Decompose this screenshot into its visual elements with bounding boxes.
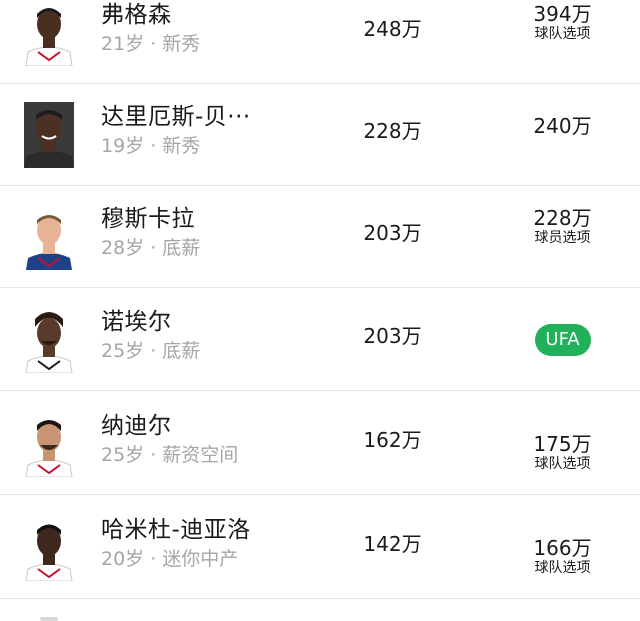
next-salary: 394万 [533, 2, 592, 26]
player-row[interactable]: 弗格森 21岁 · 新秀 248万 394万 球队选项 [0, 0, 640, 84]
player-name: 哈米杜-迪亚洛 [101, 517, 251, 543]
player-name: 诺埃尔 [101, 309, 172, 335]
player-name: 纳迪尔 [101, 413, 172, 439]
current-salary: 228万 [363, 119, 422, 143]
player-name: 穆斯卡拉 [101, 206, 195, 232]
partial-avatar [40, 617, 58, 621]
contract-option: 球队选项 [534, 560, 591, 576]
next-season: 228万 球员选项 [500, 207, 625, 247]
contract-option: 球队选项 [534, 456, 591, 472]
next-season: 394万 球队选项 [500, 3, 625, 43]
current-salary: 248万 [363, 17, 422, 41]
next-salary: 240万 [533, 114, 592, 138]
player-name: 达里厄斯-贝··· [101, 104, 251, 130]
contract-option: 球员选项 [534, 230, 591, 246]
next-salary: 175万 [533, 432, 592, 456]
contract-option: 球队选项 [534, 26, 591, 42]
current-salary: 203万 [363, 324, 422, 348]
player-row[interactable]: 达里厄斯-贝··· 19岁 · 新秀 228万 240万 [0, 84, 640, 186]
player-name: 弗格森 [101, 2, 172, 28]
next-season: 240万 [500, 115, 625, 137]
next-season: 175万 球队选项 [500, 433, 625, 473]
current-salary: 162万 [363, 428, 422, 452]
next-row-partial [0, 603, 640, 621]
player-salary-list: 弗格森 21岁 · 新秀 248万 394万 球队选项 达里厄斯-贝··· 19… [0, 0, 640, 621]
player-avatar [24, 102, 74, 168]
player-row[interactable]: 纳迪尔 25岁 · 薪资空间 162万 175万 球队选项 [0, 393, 640, 495]
player-avatar [24, 411, 74, 477]
next-salary: 166万 [533, 536, 592, 560]
player-meta: 25岁 · 薪资空间 [101, 444, 239, 466]
player-meta: 28岁 · 底薪 [101, 237, 201, 259]
player-meta: 20岁 · 迷你中产 [101, 548, 239, 570]
player-row[interactable]: 诺埃尔 25岁 · 底薪 203万 UFA [0, 289, 640, 391]
player-meta: 25岁 · 底薪 [101, 340, 201, 362]
current-salary: 142万 [363, 532, 422, 556]
player-avatar [24, 307, 74, 373]
next-season: UFA [500, 324, 625, 356]
current-salary: 203万 [363, 221, 422, 245]
player-avatar [24, 0, 74, 66]
player-meta: 21岁 · 新秀 [101, 33, 201, 55]
next-season: 166万 球队选项 [500, 537, 625, 577]
next-salary: 228万 [533, 206, 592, 230]
player-row[interactable]: 穆斯卡拉 28岁 · 底薪 203万 228万 球员选项 [0, 186, 640, 288]
player-row[interactable]: 哈米杜-迪亚洛 20岁 · 迷你中产 142万 166万 球队选项 [0, 497, 640, 599]
player-meta: 19岁 · 新秀 [101, 135, 201, 157]
player-avatar [24, 204, 74, 270]
ufa-badge: UFA [534, 324, 591, 356]
player-avatar [24, 515, 74, 581]
